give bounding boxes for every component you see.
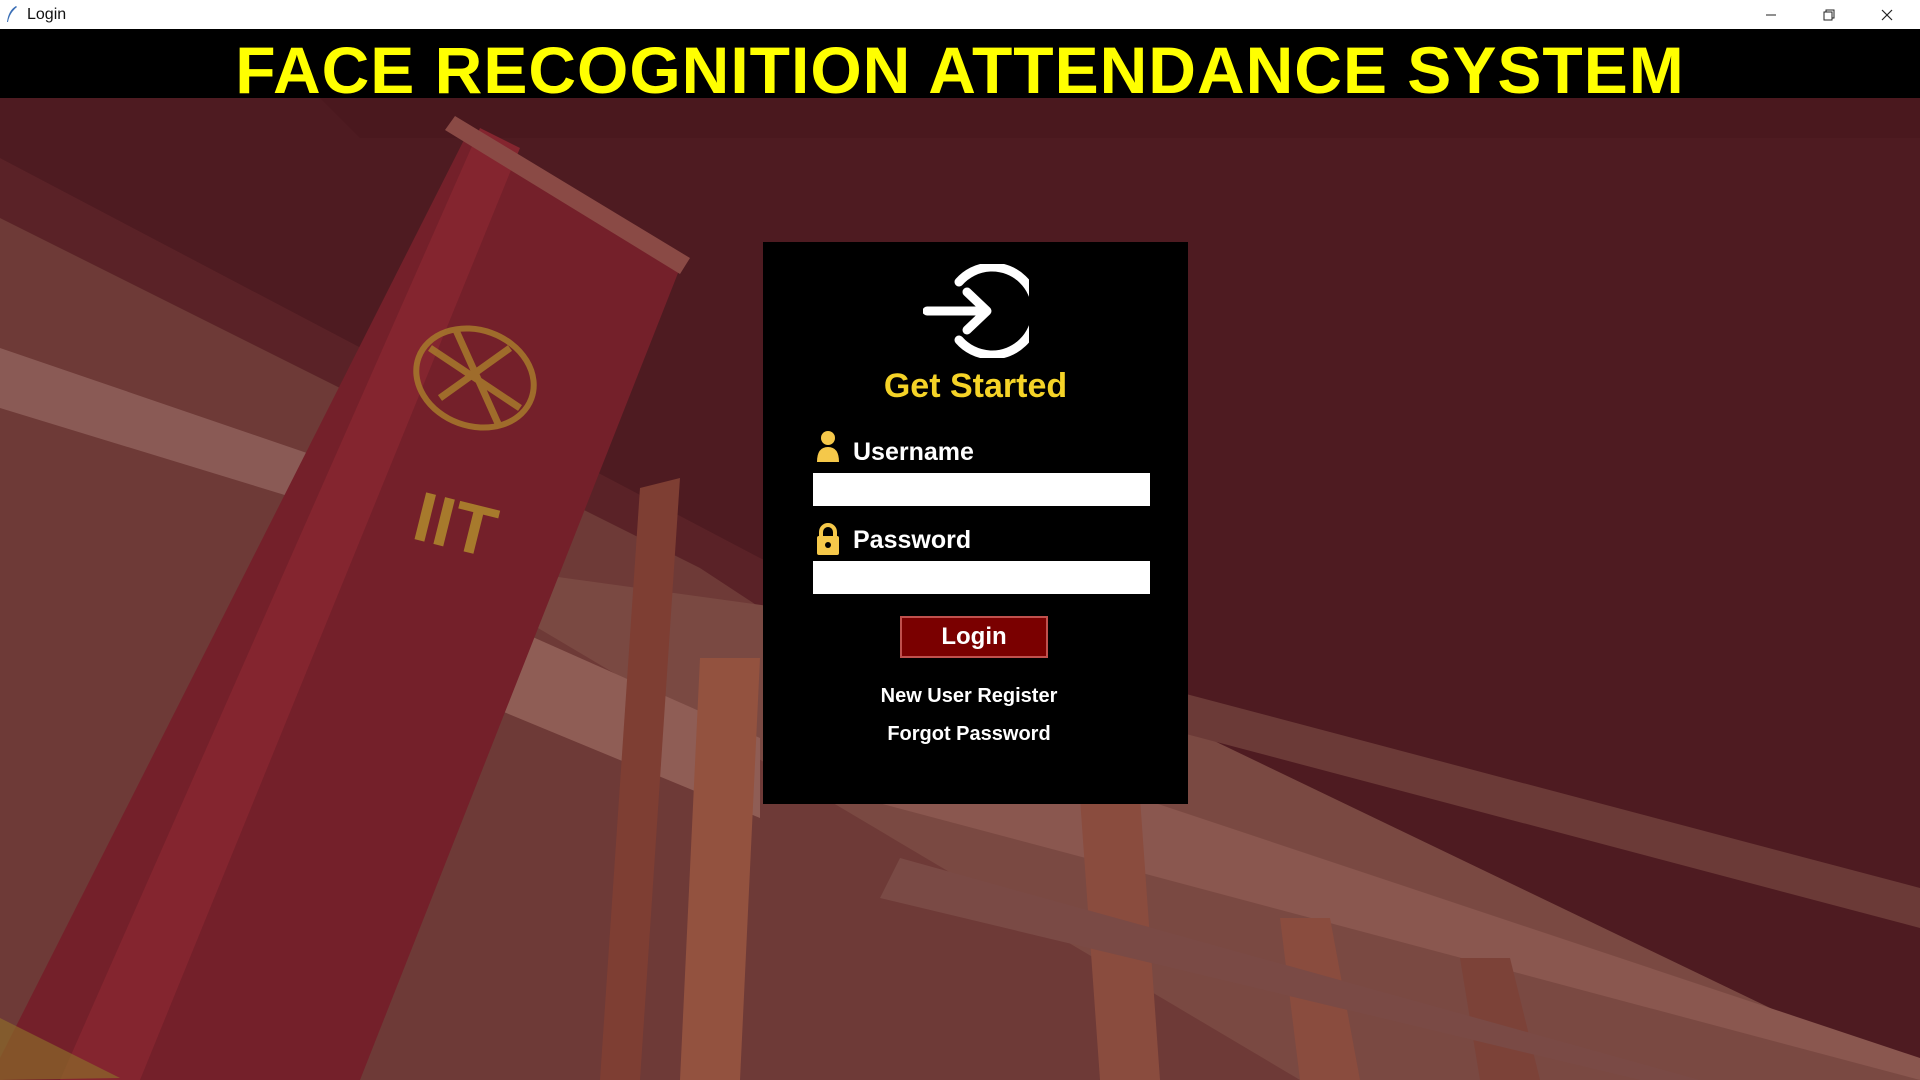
header-banner: FACE RECOGNITION ATTENDANCE SYSTEM bbox=[0, 29, 1920, 107]
password-label: Password bbox=[853, 526, 972, 554]
username-input[interactable] bbox=[813, 473, 1150, 506]
new-user-register-link[interactable]: New User Register bbox=[763, 685, 1175, 708]
sign-in-icon bbox=[923, 264, 1029, 358]
restore-icon bbox=[1823, 9, 1835, 20]
feather-icon bbox=[7, 6, 17, 22]
login-button[interactable]: Login bbox=[900, 616, 1048, 658]
close-icon bbox=[1881, 9, 1893, 20]
login-panel: Get Started Username Password Login New … bbox=[763, 242, 1188, 804]
username-label: Username bbox=[853, 438, 974, 466]
close-button[interactable] bbox=[1858, 0, 1916, 29]
get-started-heading: Get Started bbox=[883, 367, 1068, 405]
window-title: Login bbox=[27, 6, 67, 23]
restore-button[interactable] bbox=[1800, 0, 1858, 29]
minimize-icon bbox=[1766, 14, 1776, 15]
forgot-password-link[interactable]: Forgot Password bbox=[763, 723, 1175, 746]
lock-icon bbox=[817, 523, 839, 555]
password-input[interactable] bbox=[813, 561, 1150, 594]
minimize-button[interactable] bbox=[1742, 0, 1800, 29]
page-title: FACE RECOGNITION ATTENDANCE SYSTEM bbox=[235, 33, 1685, 107]
user-icon bbox=[817, 431, 839, 462]
window-titlebar: Login bbox=[0, 0, 1920, 30]
